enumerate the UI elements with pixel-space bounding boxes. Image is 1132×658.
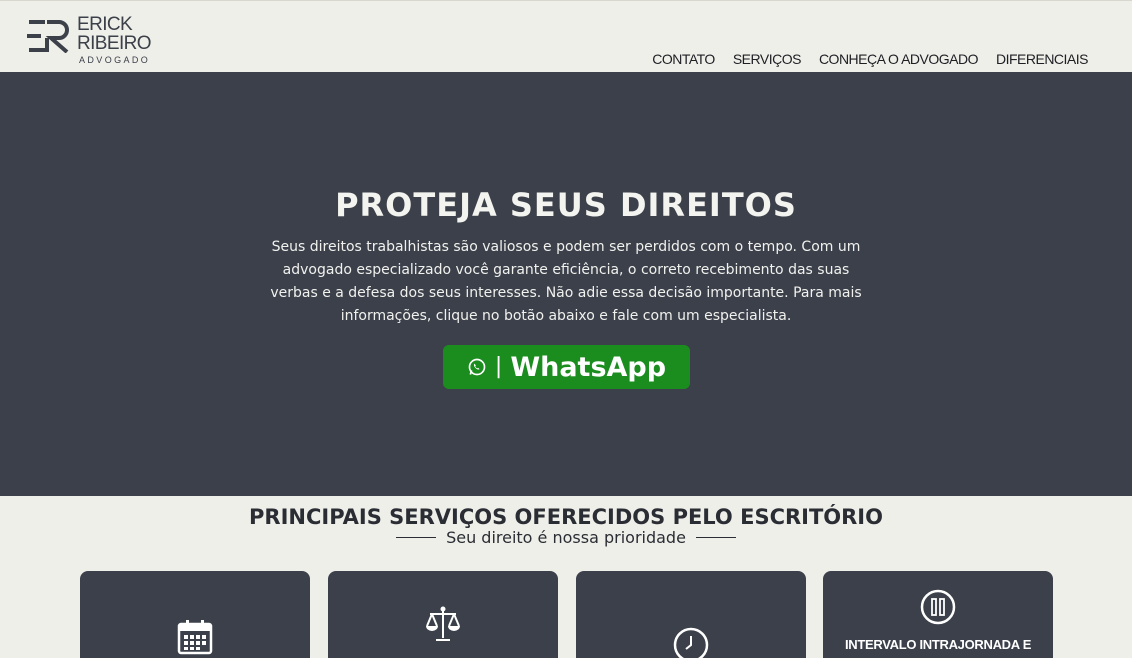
service-card-title: INTERVALO INTRAJORNADA E (844, 637, 1032, 652)
whatsapp-separator: | (494, 353, 503, 379)
hero-title: PROTEJA SEUS DIREITOS (335, 186, 797, 224)
hero-section: PROTEJA SEUS DIREITOS Seus direitos trab… (0, 72, 1132, 496)
nav-item-servicos[interactable]: SERVIÇOS (733, 51, 802, 67)
service-card-3[interactable] (576, 571, 806, 658)
whatsapp-label: WhatsApp (510, 351, 667, 383)
logo-line-ribeiro: RIBEIRO (77, 33, 152, 54)
whatsapp-button[interactable]: | WhatsApp (443, 345, 690, 389)
nav-item-contato[interactable]: CONTATO (652, 51, 715, 67)
hero-description: Seus direitos trabalhistas são valiosos … (270, 239, 862, 324)
logo-er-mark-icon (27, 20, 69, 53)
pause-icon (920, 589, 956, 625)
site-header: ERICK RIBEIRO ADVOGADO CONTATO SERVIÇOS … (0, 0, 1132, 72)
logo-subtitle: ADVOGADO (79, 55, 151, 65)
logo[interactable]: ERICK RIBEIRO ADVOGADO (27, 15, 162, 65)
logo-text: ERICK RIBEIRO ADVOGADO (77, 14, 152, 65)
nav-item-conheca-o-advogado[interactable]: CONHEÇA O ADVOGADO (819, 51, 979, 67)
service-card-2[interactable] (328, 571, 558, 658)
services-subtitle: Seu direito é nossa prioridade (446, 528, 686, 547)
logo-line-erick: ERICK (77, 14, 133, 35)
clock-icon (673, 627, 709, 658)
calendar-icon (177, 620, 213, 655)
whatsapp-icon (468, 358, 486, 376)
services-subtitle-row: Seu direito é nossa prioridade (0, 528, 1132, 547)
scales-icon (426, 606, 460, 641)
divider-left (396, 537, 437, 538)
main-nav: CONTATO SERVIÇOS CONHEÇA O ADVOGADO DIFE… (652, 51, 1088, 67)
service-card-4[interactable]: INTERVALO INTRAJORNADA E (823, 571, 1053, 658)
services-title: PRINCIPAIS SERVIÇOS OFERECIDOS PELO ESCR… (249, 505, 883, 529)
service-card-1[interactable] (80, 571, 310, 658)
nav-item-diferenciais[interactable]: DIFERENCIAIS (996, 51, 1089, 67)
divider-right (695, 537, 736, 538)
